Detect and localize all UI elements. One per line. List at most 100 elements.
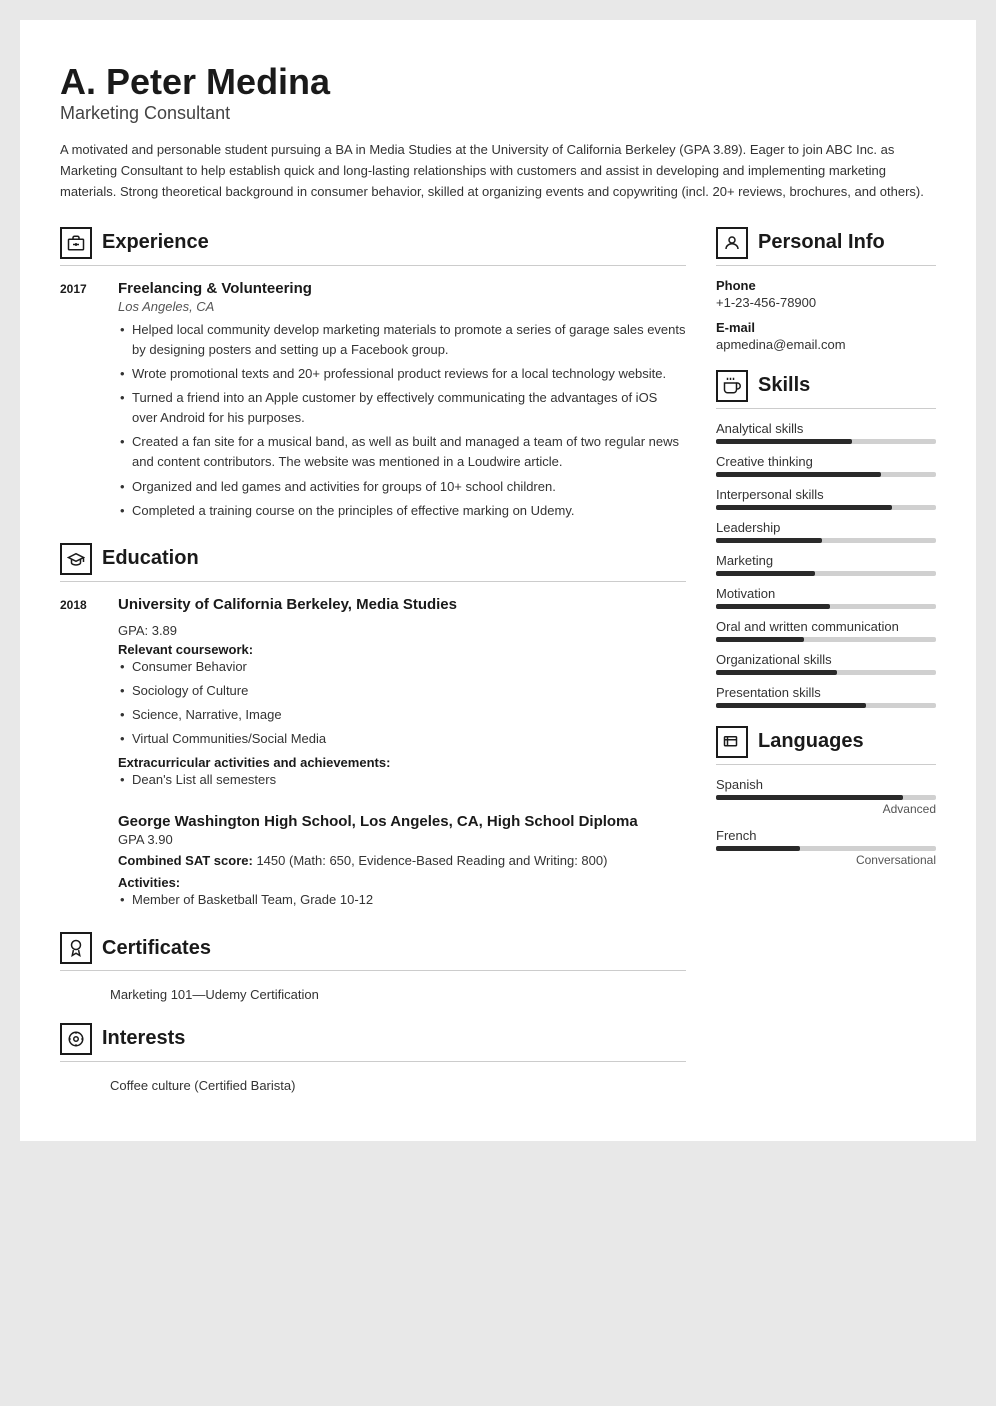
skill-bar-fill bbox=[716, 505, 892, 510]
certificates-icon bbox=[60, 932, 92, 964]
skill-item: Oral and written communication bbox=[716, 619, 936, 642]
experience-year: 2017 bbox=[60, 280, 102, 525]
skill-item: Presentation skills bbox=[716, 685, 936, 708]
experience-divider bbox=[60, 265, 686, 266]
skills-list: Analytical skills Creative thinking Inte… bbox=[716, 421, 936, 708]
skills-section-header: Skills bbox=[716, 370, 936, 402]
activity-item: Member of Basketball Team, Grade 10-12 bbox=[118, 890, 686, 910]
experience-location: Los Angeles, CA bbox=[118, 299, 686, 314]
email-value: apmedina@email.com bbox=[716, 337, 936, 352]
skill-name: Analytical skills bbox=[716, 421, 936, 436]
language-bar-bg bbox=[716, 795, 936, 800]
certificates-divider bbox=[60, 970, 686, 971]
skill-bar-bg bbox=[716, 703, 936, 708]
skill-bar-fill bbox=[716, 703, 866, 708]
extracurricular-list: Dean's List all semesters bbox=[118, 770, 686, 790]
email-label: E-mail bbox=[716, 320, 936, 335]
experience-section-header: Experience bbox=[60, 227, 686, 259]
interest-0: Coffee culture (Certified Barista) bbox=[60, 1076, 686, 1096]
language-item: French Conversational bbox=[716, 828, 936, 867]
skill-name: Interpersonal skills bbox=[716, 487, 936, 502]
personal-info-title: Personal Info bbox=[758, 231, 885, 254]
language-name: Spanish bbox=[716, 777, 936, 792]
skill-name: Leadership bbox=[716, 520, 936, 535]
skill-name: Presentation skills bbox=[716, 685, 936, 700]
left-column: Experience 2017 Freelancing & Volunteeri… bbox=[60, 227, 686, 1102]
extracurricular-label: Extracurricular activities and achieveme… bbox=[118, 755, 686, 770]
education-year-1 bbox=[60, 813, 102, 915]
skill-item: Motivation bbox=[716, 586, 936, 609]
skills-icon bbox=[716, 370, 748, 402]
language-bar-fill bbox=[716, 795, 903, 800]
certificates-title: Certificates bbox=[102, 937, 211, 960]
skill-item: Leadership bbox=[716, 520, 936, 543]
edu-gpa-0: GPA: 3.89 bbox=[118, 623, 686, 638]
skill-bar-bg bbox=[716, 439, 936, 444]
personal-info-header: Personal Info bbox=[716, 227, 936, 259]
languages-section-header: Languages bbox=[716, 726, 936, 758]
interests-divider bbox=[60, 1061, 686, 1062]
language-level: Advanced bbox=[716, 802, 936, 816]
languages-title: Languages bbox=[758, 730, 864, 753]
activities-list: Member of Basketball Team, Grade 10-12 bbox=[118, 890, 686, 910]
skill-item: Organizational skills bbox=[716, 652, 936, 675]
experience-bullet: Created a fan site for a musical band, a… bbox=[118, 432, 686, 472]
coursework-item: Science, Narrative, Image bbox=[118, 705, 686, 725]
skill-item: Interpersonal skills bbox=[716, 487, 936, 510]
coursework-label: Relevant coursework: bbox=[118, 642, 686, 657]
experience-bullet: Completed a training course on the princ… bbox=[118, 501, 686, 521]
edu-sat: Combined SAT score: 1450 (Math: 650, Evi… bbox=[118, 851, 686, 872]
skill-bar-bg bbox=[716, 472, 936, 477]
phone-value: +1-23-456-78900 bbox=[716, 295, 936, 310]
skill-name: Motivation bbox=[716, 586, 936, 601]
skill-bar-fill bbox=[716, 637, 804, 642]
education-icon bbox=[60, 543, 92, 575]
languages-icon bbox=[716, 726, 748, 758]
interests-icon bbox=[60, 1023, 92, 1055]
right-column: Personal Info Phone +1-23-456-78900 E-ma… bbox=[716, 227, 936, 1102]
skill-bar-fill bbox=[716, 670, 837, 675]
coursework-list: Consumer BehaviorSociology of CultureSci… bbox=[118, 657, 686, 750]
header: A. Peter Medina Marketing Consultant A m… bbox=[60, 60, 936, 227]
certificates-section-header: Certificates bbox=[60, 932, 686, 964]
skill-name: Marketing bbox=[716, 553, 936, 568]
language-item: Spanish Advanced bbox=[716, 777, 936, 816]
skill-bar-fill bbox=[716, 538, 822, 543]
skill-name: Oral and written communication bbox=[716, 619, 936, 634]
experience-entry-0: 2017 Freelancing & Volunteering Los Ange… bbox=[60, 280, 686, 525]
language-level: Conversational bbox=[716, 853, 936, 867]
skill-bar-fill bbox=[716, 472, 881, 477]
edu-gpa-1: GPA 3.90 bbox=[118, 832, 686, 847]
experience-job-title: Freelancing & Volunteering bbox=[118, 280, 686, 297]
education-title: Education bbox=[102, 547, 199, 570]
skill-item: Analytical skills bbox=[716, 421, 936, 444]
skill-name: Organizational skills bbox=[716, 652, 936, 667]
experience-content: Freelancing & Volunteering Los Angeles, … bbox=[118, 280, 686, 525]
sat-value: 1450 (Math: 650, Evidence-Based Reading … bbox=[253, 853, 608, 868]
education-content-0: University of California Berkeley, Media… bbox=[118, 596, 686, 795]
skill-bar-bg bbox=[716, 670, 936, 675]
extracurricular-item: Dean's List all semesters bbox=[118, 770, 686, 790]
coursework-item: Sociology of Culture bbox=[118, 681, 686, 701]
experience-bullet: Turned a friend into an Apple customer b… bbox=[118, 388, 686, 428]
skill-bar-fill bbox=[716, 604, 830, 609]
sat-label: Combined SAT score: bbox=[118, 853, 253, 868]
main-layout: Experience 2017 Freelancing & Volunteeri… bbox=[60, 227, 936, 1102]
skill-bar-fill bbox=[716, 571, 815, 576]
experience-bullet: Helped local community develop marketing… bbox=[118, 320, 686, 360]
education-school-0: University of California Berkeley, Media… bbox=[118, 596, 686, 613]
activities-label: Activities: bbox=[118, 875, 686, 890]
coursework-item: Virtual Communities/Social Media bbox=[118, 729, 686, 749]
language-bar-bg bbox=[716, 846, 936, 851]
skills-title: Skills bbox=[758, 374, 810, 397]
education-content-1: George Washington High School, Los Angel… bbox=[118, 813, 686, 915]
skill-bar-bg bbox=[716, 637, 936, 642]
personal-info-divider bbox=[716, 265, 936, 266]
skill-item: Creative thinking bbox=[716, 454, 936, 477]
candidate-summary: A motivated and personable student pursu… bbox=[60, 140, 936, 202]
skill-item: Marketing bbox=[716, 553, 936, 576]
resume-container: A. Peter Medina Marketing Consultant A m… bbox=[20, 20, 976, 1141]
experience-title: Experience bbox=[102, 231, 209, 254]
experience-bullet: Wrote promotional texts and 20+ professi… bbox=[118, 364, 686, 384]
skill-bar-bg bbox=[716, 538, 936, 543]
